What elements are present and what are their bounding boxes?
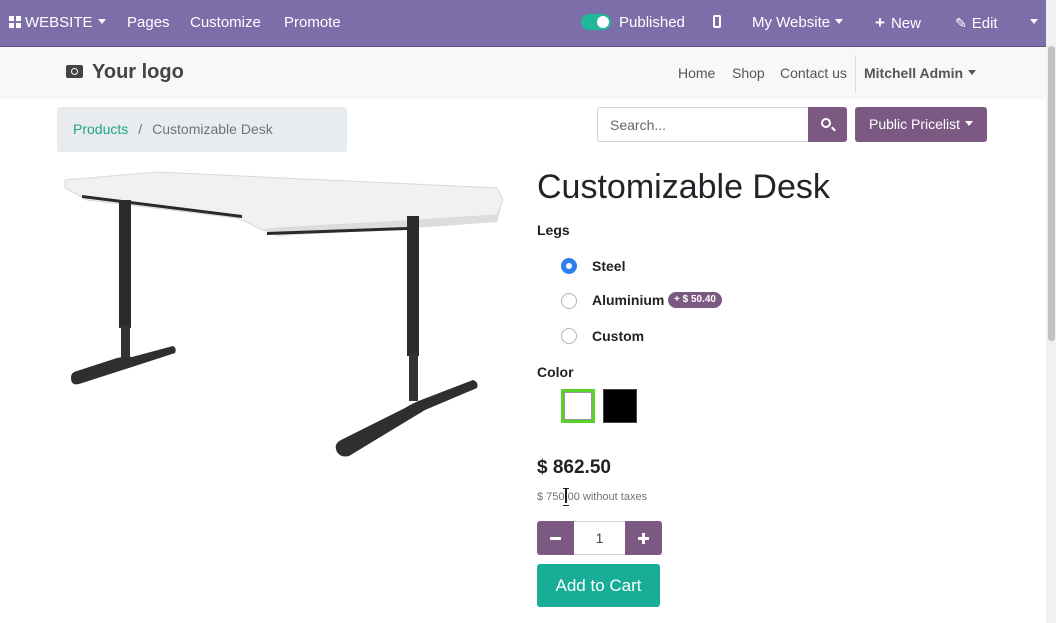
publish-toggle[interactable]: Published [581, 0, 685, 46]
promote-menu[interactable]: Promote [284, 0, 341, 46]
pricelist-dropdown[interactable]: Public Pricelist [855, 107, 987, 142]
website-menu[interactable]: WEBSITE [9, 0, 106, 46]
nav-shop[interactable]: Shop [732, 65, 765, 81]
legs-aluminium-label[interactable]: Aluminium [592, 292, 664, 308]
site-header: Your logo Home Shop Contact us Mitchell … [0, 46, 1046, 99]
logo-text: Your logo [92, 61, 184, 83]
text-cursor-icon [563, 488, 569, 506]
plus-icon: + [875, 13, 885, 32]
camera-icon [66, 65, 83, 78]
toggle-switch-icon [581, 14, 611, 30]
nav-divider [855, 55, 856, 93]
apps-grid-icon [9, 16, 21, 28]
new-button[interactable]: + New [875, 0, 921, 46]
search-input[interactable] [597, 107, 809, 142]
edit-button[interactable]: ✎ Edit [955, 0, 998, 46]
user-name: Mitchell Admin [864, 65, 964, 81]
color-attribute-label: Color [537, 364, 574, 380]
breadcrumb-separator: / [138, 121, 143, 137]
site-logo[interactable]: Your logo [66, 61, 184, 84]
legs-custom-label[interactable]: Custom [592, 328, 644, 344]
mobile-preview-button[interactable] [713, 0, 721, 46]
legs-custom-radio[interactable] [561, 328, 577, 344]
edit-label: Edit [971, 15, 998, 32]
legs-steel-label[interactable]: Steel [592, 258, 625, 274]
legs-attribute-label: Legs [537, 222, 570, 238]
search-button[interactable] [808, 107, 847, 142]
price-without-taxes: $ 750.00 without taxes [537, 491, 648, 503]
chevron-down-icon [965, 121, 974, 126]
website-menu-label: WEBSITE [25, 14, 93, 31]
mobile-phone-icon [713, 15, 721, 28]
legs-steel-radio[interactable] [561, 258, 577, 274]
quantity-increase-button[interactable] [625, 521, 662, 555]
product-title: Customizable Desk [537, 168, 830, 206]
new-label: New [890, 15, 921, 32]
search-icon [821, 118, 831, 128]
quantity-decrease-button[interactable] [537, 521, 574, 555]
my-website-menu[interactable]: My Website [752, 0, 844, 46]
quantity-input[interactable] [574, 521, 625, 555]
nav-contact-us[interactable]: Contact us [780, 65, 847, 81]
chevron-down-icon [1030, 19, 1038, 24]
pages-menu[interactable]: Pages [127, 0, 170, 46]
website-admin-bar: WEBSITE Pages Customize Promote Publishe… [0, 0, 1046, 46]
price-extra-badge: + $ 50.40 [668, 292, 722, 308]
customize-menu[interactable]: Customize [190, 0, 261, 46]
color-swatch-black[interactable] [603, 389, 637, 423]
chevron-down-icon [968, 70, 977, 75]
breadcrumb-products-link[interactable]: Products [73, 121, 128, 137]
pricelist-label: Public Pricelist [868, 116, 961, 132]
user-menu[interactable]: Mitchell Admin [864, 65, 977, 81]
add-to-cart-button[interactable]: Add to Cart [537, 564, 660, 607]
product-image [64, 171, 504, 457]
chevron-down-icon [97, 19, 106, 24]
scrollbar-thumb[interactable] [1048, 46, 1055, 341]
edit-dropdown-toggle[interactable] [1022, 0, 1046, 46]
published-label: Published [619, 14, 685, 31]
product-price: $ 862.50 [537, 457, 611, 478]
legs-aluminium-radio[interactable] [561, 293, 577, 309]
color-swatch-white[interactable] [561, 389, 595, 423]
breadcrumb: Products / Customizable Desk [57, 107, 347, 152]
nav-home[interactable]: Home [678, 65, 715, 81]
chevron-down-icon [835, 19, 844, 24]
breadcrumb-current: Customizable Desk [152, 121, 273, 137]
pencil-icon: ✎ [955, 15, 967, 31]
my-website-label: My Website [752, 14, 831, 31]
